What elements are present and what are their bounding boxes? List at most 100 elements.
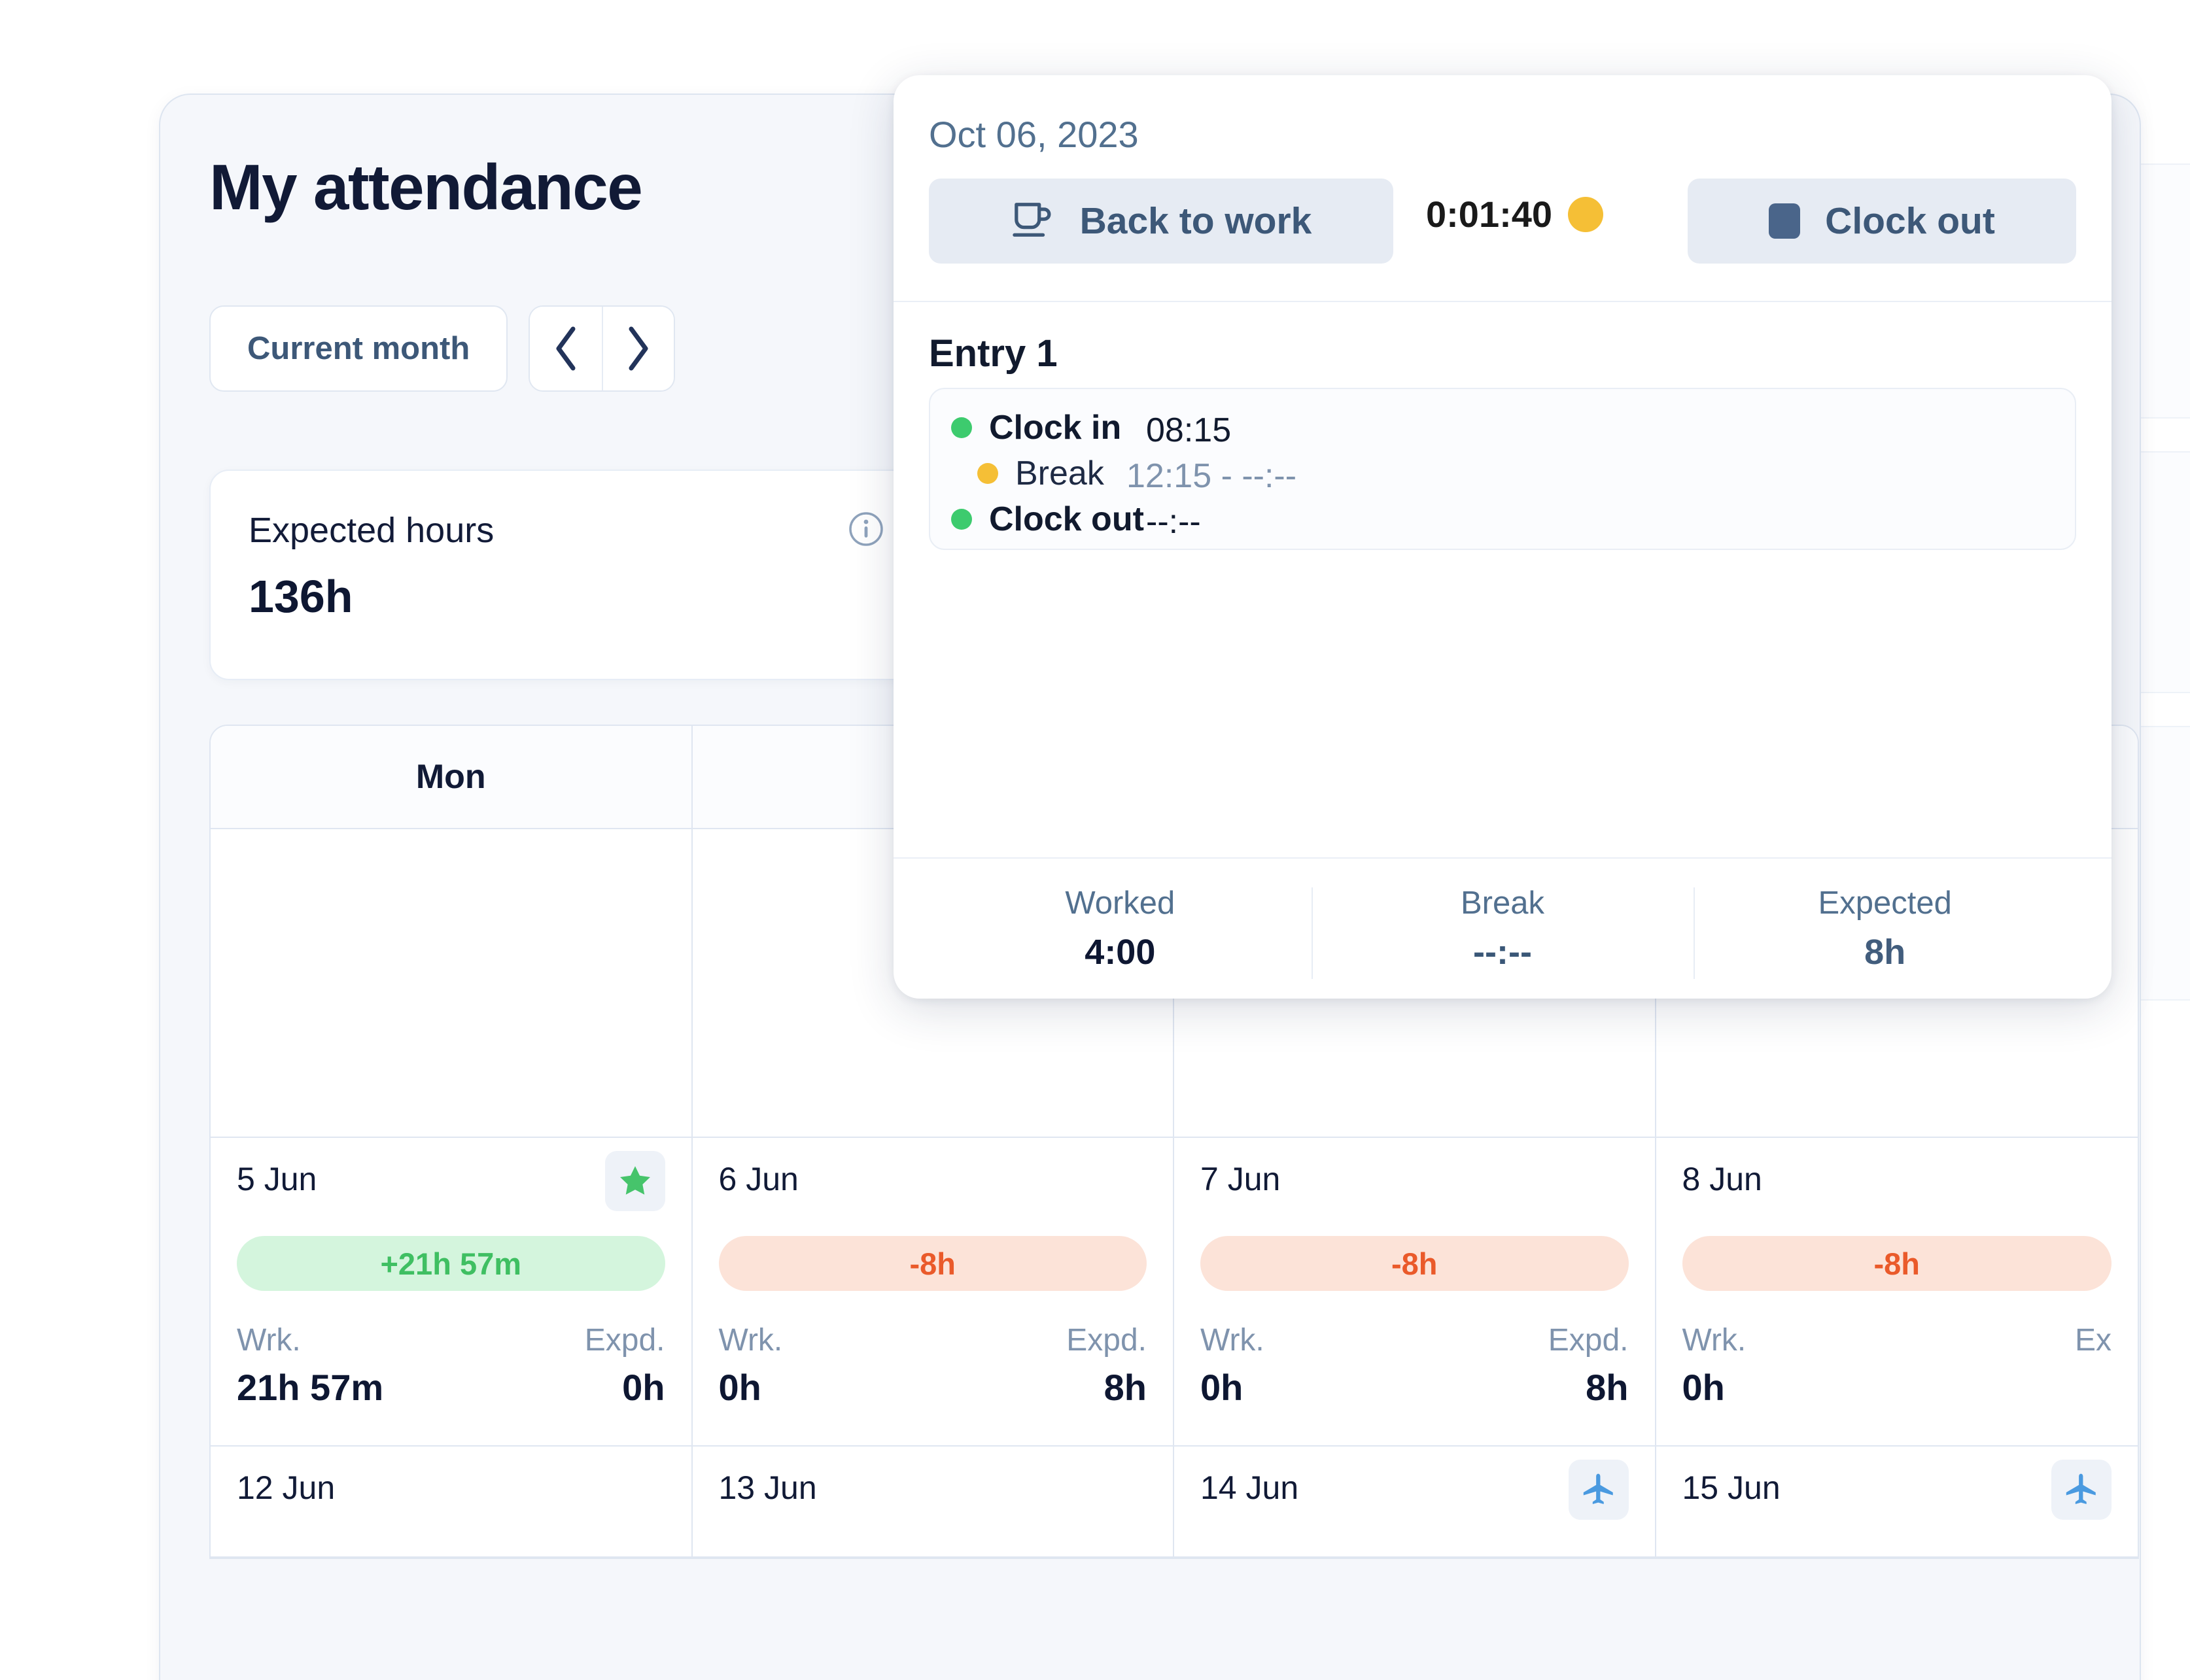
day-badge-placeholder (1569, 1151, 1629, 1211)
day-date-label: 8 Jun (1682, 1161, 1762, 1197)
calendar-day-cell[interactable]: 13 Jun (692, 1447, 1174, 1558)
break-status-dot (1568, 196, 1604, 232)
popup-divider (894, 301, 2112, 302)
day-date-label: 14 Jun (1200, 1469, 1299, 1506)
expected-hours-value: 136h (249, 571, 353, 622)
page-title: My attendance (209, 151, 643, 223)
day-expected-block: Expd. 8h (1548, 1322, 1629, 1409)
worked-label: Wrk. (237, 1323, 301, 1358)
info-circle-icon[interactable] (848, 511, 884, 547)
expected-label: Expd. (1548, 1323, 1629, 1358)
calendar-day-cell[interactable]: 7 Jun -8h Wrk. 0h Expd. 8h (1174, 1138, 1656, 1447)
entry-break-row: Break (977, 453, 1104, 494)
entry-clock-out-row: Clock out (951, 499, 1144, 540)
day-header: 12 Jun (237, 1469, 665, 1537)
day-date-label: 7 Jun (1200, 1161, 1281, 1197)
calendar-header-mon: Mon (211, 726, 693, 829)
chevron-right-icon (623, 324, 653, 373)
entry-title: Entry 1 (929, 332, 1058, 375)
expected-hours-card: Expected hours 136h (209, 470, 919, 680)
day-worked-block: Wrk. 21h 57m (237, 1322, 383, 1409)
back-to-work-button[interactable]: Back to work (929, 179, 1393, 264)
expected-value: 8h (1586, 1367, 1629, 1408)
entry-clock-out-time: --:-- (1146, 503, 1201, 541)
day-date-label: 6 Jun (718, 1161, 799, 1197)
stat-worked: Worked 4:00 (929, 885, 1312, 972)
stat-value: --:-- (1473, 933, 1532, 972)
day-header: 15 Jun (1682, 1460, 2112, 1537)
star-icon[interactable] (604, 1151, 665, 1211)
day-balance-badge: -8h (718, 1236, 1147, 1291)
expected-value: 8h (1104, 1367, 1147, 1408)
expected-label: Expd. (1066, 1323, 1147, 1358)
status-dot-yellow (977, 463, 998, 484)
day-hours-row: Wrk. 0h Expd. 8h (1200, 1322, 1629, 1409)
month-controls: Current month (209, 305, 676, 392)
calendar-day-cell[interactable]: 14 Jun (1174, 1447, 1656, 1558)
stat-label: Expected (1818, 885, 1952, 921)
expected-hours-label: Expected hours (249, 511, 495, 550)
day-date-label: 13 Jun (718, 1469, 817, 1506)
day-badge-placeholder (1086, 1460, 1147, 1520)
worked-label: Wrk. (1682, 1323, 1747, 1358)
entry-break-label: Break (1015, 454, 1104, 492)
worked-value: 0h (1682, 1367, 1725, 1408)
stop-square-icon (1769, 203, 1801, 239)
calendar-day-cell[interactable]: 6 Jun -8h Wrk. 0h Expd. 8h (692, 1138, 1174, 1447)
calendar-day-cell[interactable]: 8 Jun -8h Wrk. 0h Ex (1656, 1138, 2138, 1447)
plane-icon[interactable] (1568, 1460, 1629, 1520)
worked-value: 21h 57m (237, 1367, 384, 1408)
stat-label: Worked (1065, 885, 1175, 921)
expected-label: Ex (2074, 1323, 2112, 1358)
day-balance-badge: -8h (1200, 1236, 1629, 1291)
calendar-day-cell[interactable]: 5 Jun +21h 57m Wrk. 21h 57m Expd. 0h (211, 1138, 693, 1447)
entry-card: Clock in 08:15 Break 12:15 - --:-- Clock… (929, 388, 2076, 550)
calendar-day-cell[interactable]: 12 Jun (211, 1447, 693, 1558)
status-dot-green (951, 509, 972, 530)
day-hours-row: Wrk. 0h Ex (1682, 1322, 2112, 1409)
day-hours-row: Wrk. 0h Expd. 8h (719, 1322, 1147, 1409)
day-badge-placeholder (2051, 1151, 2112, 1211)
plane-icon[interactable] (2051, 1460, 2112, 1520)
entry-break-time: 12:15 - --:-- (1126, 457, 1297, 495)
expected-label: Expd. (584, 1323, 665, 1358)
worked-value: 0h (718, 1367, 761, 1408)
current-month-button[interactable]: Current month (209, 305, 508, 392)
day-badge-placeholder (1086, 1151, 1147, 1211)
day-header: 14 Jun (1200, 1460, 1629, 1537)
day-header: 5 Jun (237, 1151, 665, 1228)
worked-value: 0h (1200, 1367, 1243, 1408)
day-expected-block: Ex (2075, 1322, 2112, 1409)
month-nav-group (529, 305, 676, 392)
timer-value: 0:01:40 (1426, 194, 1553, 235)
popup-summary-stats: Worked 4:00 Break --:-- Expected 8h (929, 880, 2076, 979)
day-balance-badge: +21h 57m (237, 1236, 665, 1291)
entry-clock-in-time: 08:15 (1146, 411, 1232, 449)
popup-action-bar: Back to work 0:01:40 Clock out (929, 179, 2076, 264)
popup-date-label: Oct 06, 2023 (929, 114, 1139, 155)
stat-label: Break (1461, 885, 1545, 921)
day-hours-row: Wrk. 21h 57m Expd. 0h (237, 1322, 665, 1409)
day-worked-block: Wrk. 0h (1200, 1322, 1264, 1409)
calendar-day-cell[interactable]: 15 Jun (1656, 1447, 2138, 1558)
prev-month-button[interactable] (530, 307, 602, 390)
day-header: 7 Jun (1200, 1160, 1629, 1228)
status-dot-green (951, 417, 972, 438)
entry-clock-in-label: Clock in (989, 409, 1122, 447)
entry-clock-in-row: Clock in (951, 407, 1121, 448)
calendar-cell-blank[interactable] (211, 829, 693, 1138)
day-date-label: 12 Jun (237, 1469, 336, 1506)
day-date-label: 15 Jun (1682, 1469, 1781, 1506)
stat-value: 4:00 (1085, 933, 1156, 972)
day-header: 8 Jun (1682, 1160, 2112, 1228)
stat-break: Break --:-- (1311, 885, 1694, 979)
day-badge-placeholder (605, 1460, 665, 1520)
day-date-label: 5 Jun (237, 1161, 317, 1197)
day-balance-badge: -8h (1682, 1236, 2112, 1291)
clock-out-button[interactable]: Clock out (1688, 179, 2076, 264)
day-worked-block: Wrk. 0h (719, 1322, 783, 1409)
next-month-button[interactable] (602, 307, 674, 390)
day-header: 13 Jun (719, 1469, 1147, 1537)
day-expected-block: Expd. 8h (1066, 1322, 1147, 1409)
day-detail-popup: Oct 06, 2023 Back to work 0:01:40 Clock … (894, 75, 2112, 999)
